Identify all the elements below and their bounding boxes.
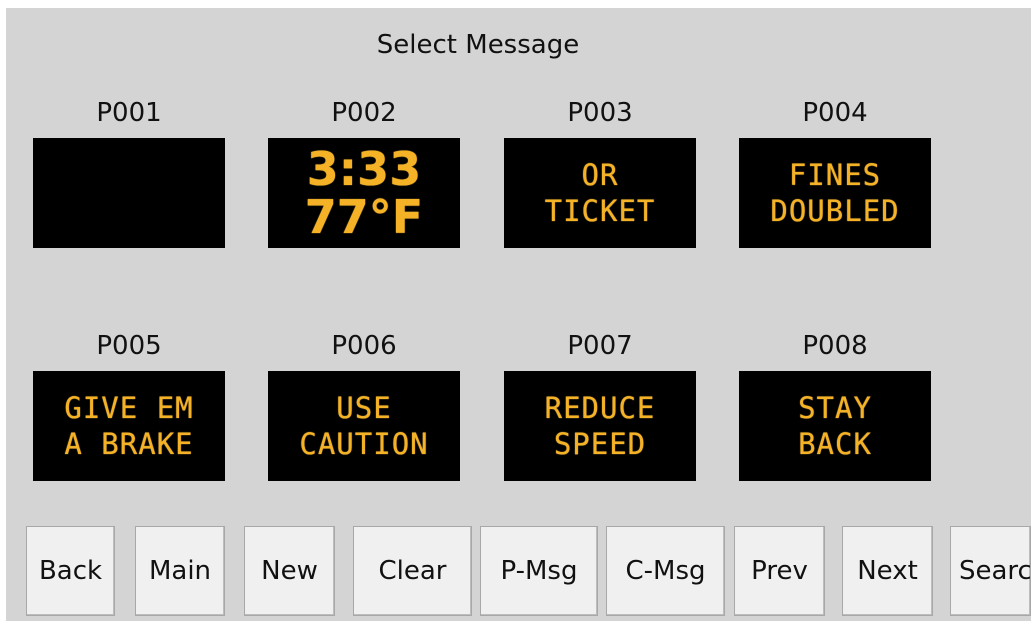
sign-line-2: SPEED (553, 427, 647, 461)
message-id-label: P001 (96, 98, 162, 128)
new-button[interactable]: New (244, 526, 335, 616)
sign-line-1: USE (336, 391, 392, 425)
message-tile-p007: P007 REDUCE SPEED (504, 331, 696, 481)
sign-line-1: 3:33 (306, 142, 422, 196)
message-tile-p006: P006 USE CAUTION (268, 331, 460, 481)
clear-button[interactable]: Clear (353, 526, 472, 616)
p-msg-button[interactable]: P-Msg (480, 526, 598, 616)
back-button[interactable]: Back (26, 526, 115, 616)
message-id-label: P003 (567, 98, 633, 128)
sign-line-2: DOUBLED (770, 194, 900, 228)
message-id-label: P007 (567, 331, 633, 361)
message-sign-p004[interactable]: FINES DOUBLED (739, 138, 931, 248)
page-title: Select Message (376, 30, 580, 60)
message-sign-p006[interactable]: USE CAUTION (268, 371, 460, 481)
sign-line-1: GIVE EM (64, 391, 194, 425)
message-id-label: P002 (331, 98, 397, 128)
message-tile-p001: P001 (33, 98, 225, 248)
sign-line-2: TICKET (544, 194, 656, 228)
message-select-screen: Select Message P001 P002 3:33 77°F P003 … (6, 8, 1031, 621)
message-sign-p003[interactable]: OR TICKET (504, 138, 696, 248)
sign-line-2: A BRAKE (64, 427, 194, 461)
c-msg-button[interactable]: C-Msg (606, 526, 725, 616)
message-tile-p002: P002 3:33 77°F (268, 98, 460, 248)
message-tile-p008: P008 STAY BACK (739, 331, 931, 481)
message-tile-p005: P005 GIVE EM A BRAKE (33, 331, 225, 481)
message-sign-p007[interactable]: REDUCE SPEED (504, 371, 696, 481)
message-sign-p005[interactable]: GIVE EM A BRAKE (33, 371, 225, 481)
message-sign-p008[interactable]: STAY BACK (739, 371, 931, 481)
search-button[interactable]: Search (950, 526, 1031, 616)
message-id-label: P004 (802, 98, 868, 128)
next-button[interactable]: Next (842, 526, 933, 616)
sign-line-1: FINES (788, 158, 882, 192)
message-id-label: P005 (96, 331, 162, 361)
sign-line-2: BACK (798, 427, 872, 461)
sign-line-1: REDUCE (544, 391, 656, 425)
message-id-label: P006 (331, 331, 397, 361)
main-button[interactable]: Main (135, 526, 225, 616)
sign-line-1: STAY (798, 391, 872, 425)
sign-line-2: CAUTION (299, 427, 429, 461)
prev-button[interactable]: Prev (734, 526, 825, 616)
message-tile-p004: P004 FINES DOUBLED (739, 98, 931, 248)
sign-line-1: OR (581, 158, 619, 192)
message-id-label: P008 (802, 331, 868, 361)
sign-line-2: 77°F (304, 190, 424, 244)
message-sign-p002[interactable]: 3:33 77°F (268, 138, 460, 248)
message-sign-p001[interactable] (33, 138, 225, 248)
message-tile-p003: P003 OR TICKET (504, 98, 696, 248)
